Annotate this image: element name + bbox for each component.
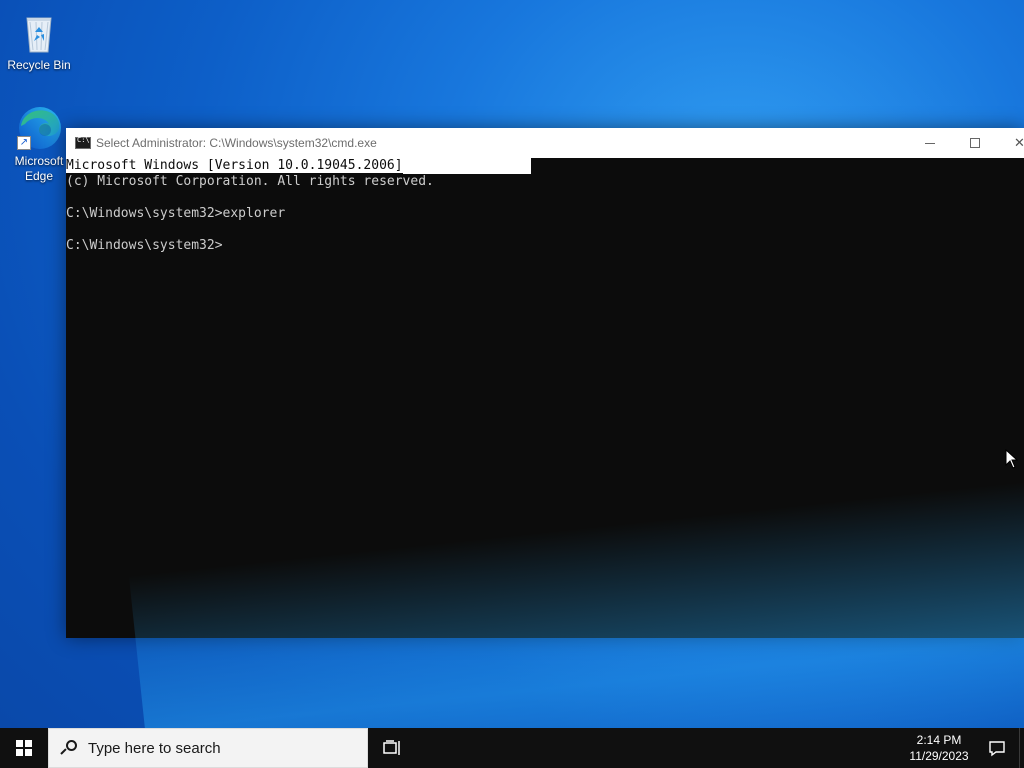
console-line: C:\Windows\system32>explorer bbox=[66, 206, 286, 221]
clock-date: 11/29/2023 bbox=[909, 749, 969, 763]
task-view-button[interactable] bbox=[372, 728, 412, 768]
cmd-titlebar[interactable]: Select Administrator: C:\Windows\system3… bbox=[66, 128, 1024, 158]
console-line-selected: Microsoft Windows [Version 10.0.19045.20… bbox=[66, 158, 1024, 174]
maximize-button[interactable] bbox=[952, 128, 997, 158]
action-center-button[interactable] bbox=[976, 728, 1018, 768]
desktop-icon-recycle-bin[interactable]: Recycle Bin bbox=[1, 8, 77, 73]
shortcut-arrow-icon: ↗ bbox=[17, 136, 31, 150]
desktop-icon-label: Recycle Bin bbox=[7, 58, 71, 72]
close-button[interactable]: ✕ bbox=[997, 128, 1024, 158]
minimize-icon bbox=[924, 142, 935, 144]
search-box[interactable]: Type here to search bbox=[48, 728, 368, 768]
tray-clock[interactable]: 2:14 PM 11/29/2023 bbox=[903, 728, 975, 768]
edge-icon: ↗ bbox=[15, 104, 63, 152]
console-prompt-line: C:\Windows\system32> bbox=[66, 238, 223, 253]
start-button[interactable] bbox=[0, 728, 48, 768]
cmd-icon[interactable] bbox=[75, 136, 91, 149]
window-title: Select Administrator: C:\Windows\system3… bbox=[96, 136, 377, 150]
show-desktop-button[interactable] bbox=[1019, 728, 1024, 768]
notification-icon bbox=[989, 741, 1005, 757]
search-placeholder: Type here to search bbox=[88, 739, 221, 757]
selection-highlight bbox=[402, 158, 531, 174]
taskbar: Type here to search 2:14 PM 11/29/2023 bbox=[0, 728, 1024, 768]
desktop: Recycle Bin ↗ Microsoft Edge C:\ Select … bbox=[0, 0, 1024, 728]
recycle-bin-icon bbox=[15, 8, 63, 56]
mouse-cursor-icon bbox=[1005, 449, 1019, 469]
console-selected-text: Microsoft Windows [Version 10.0.19045.20… bbox=[66, 158, 403, 173]
cmd-window[interactable]: Select Administrator: C:\Windows\system3… bbox=[66, 128, 1024, 638]
windows-logo-icon bbox=[16, 740, 32, 756]
search-icon bbox=[60, 740, 77, 756]
console-output[interactable]: Microsoft Windows [Version 10.0.19045.20… bbox=[66, 158, 1024, 638]
close-icon: ✕ bbox=[1014, 135, 1024, 151]
minimize-button[interactable] bbox=[907, 128, 952, 158]
clock-time: 2:14 PM bbox=[916, 733, 962, 747]
console-line: (c) Microsoft Corporation. All rights re… bbox=[66, 174, 434, 189]
task-view-icon bbox=[383, 740, 400, 755]
maximize-icon bbox=[969, 138, 980, 148]
